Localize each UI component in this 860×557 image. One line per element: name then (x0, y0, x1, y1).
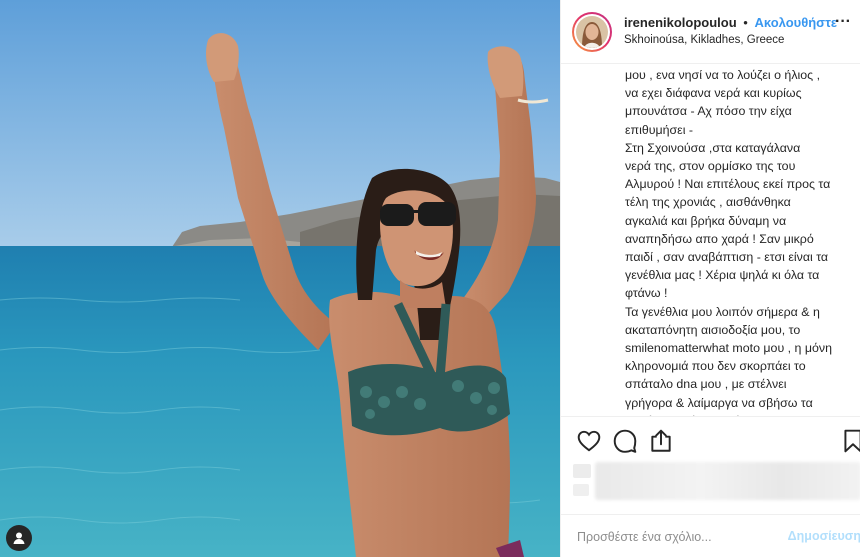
caption-line: αγκαλιά και βρήκα δύναμη να (625, 213, 787, 228)
comment-icon[interactable] (612, 428, 638, 454)
caption-line: νερά της, στον ορμίσκο της του (625, 159, 796, 174)
blurred-likes-area (573, 462, 860, 502)
caption-line: ακαταπόνητη αισιοδοξία μου, το (625, 322, 801, 337)
caption-line: σπάταλο dna μου , με στέλνει (625, 377, 787, 392)
avatar[interactable] (572, 12, 612, 52)
caption-line: Τα γενέθλια μου λοιπόν σήμερα & η (625, 304, 820, 319)
follow-button[interactable]: Ακολουθήστε (754, 15, 837, 30)
caption-line: κληρονομιά που δεν σκορπάει το (625, 359, 806, 374)
caption-line: επιθυμήσει - (625, 122, 694, 137)
caption-line: smilenomatterwhat moto μου , η μόνη (625, 341, 832, 356)
user-tag-icon (13, 532, 25, 544)
caption-line: φτάνω ! (625, 286, 668, 301)
avatar-image (576, 16, 608, 48)
action-bar (561, 416, 860, 464)
caption-line: μου , ενα νησί να το λούζει ο ήλιος , (625, 68, 821, 82)
user-tag-button[interactable] (6, 525, 32, 551)
caption-line: παιδί , σαν αναβάπτιση - ετσι είναι τα (625, 250, 829, 265)
caption-line: αναπηδήσω απο χαρά ! Σαν μικρό (625, 231, 814, 246)
beach-photo (0, 0, 560, 557)
post-header: irenenikolopoulou • Ακολουθήστε Skhoinoú… (561, 0, 860, 64)
heart-icon[interactable] (576, 428, 602, 454)
bookmark-icon[interactable] (840, 428, 860, 454)
caption-line: μπουνάτσα - Αχ πόσο την είχα (625, 104, 792, 119)
caption-line: γενέθλια μας ! Χέρια ψηλά κι όλα τα (625, 268, 820, 283)
share-icon[interactable] (648, 428, 674, 454)
username-link[interactable]: irenenikolopoulou (624, 15, 737, 30)
separator-dot: • (743, 15, 748, 30)
post-comment-button[interactable]: Δημοσίευση (788, 529, 860, 543)
comment-input[interactable] (577, 527, 767, 547)
caption-line: γρήγορα & λαίμαργα να σβήσω τα (625, 395, 813, 410)
post-side-panel: irenenikolopoulou • Ακολουθήστε Skhoinoú… (560, 0, 860, 557)
caption-line: Αλμυρού ! Ναι επιτέλους εκεί προς τα (625, 177, 831, 192)
post-photo[interactable] (0, 0, 560, 557)
caption-text: μου , ενα νησί να το λούζει ο ήλιος , να … (625, 66, 851, 416)
location-link[interactable]: Skhoinoúsa, Kikladhes, Greece (624, 34, 784, 46)
caption-line: να εχει διάφανα νερά και κυρίως (625, 86, 802, 101)
caption-line: τέλη της χρονιάς , αισθάνθηκα (625, 195, 791, 210)
more-options-icon[interactable]: ··· (835, 14, 851, 30)
caption-line: Στη Σχοινούσα ,στα καταγάλανα (625, 140, 801, 155)
comment-bar: Δημοσίευση (561, 514, 860, 557)
